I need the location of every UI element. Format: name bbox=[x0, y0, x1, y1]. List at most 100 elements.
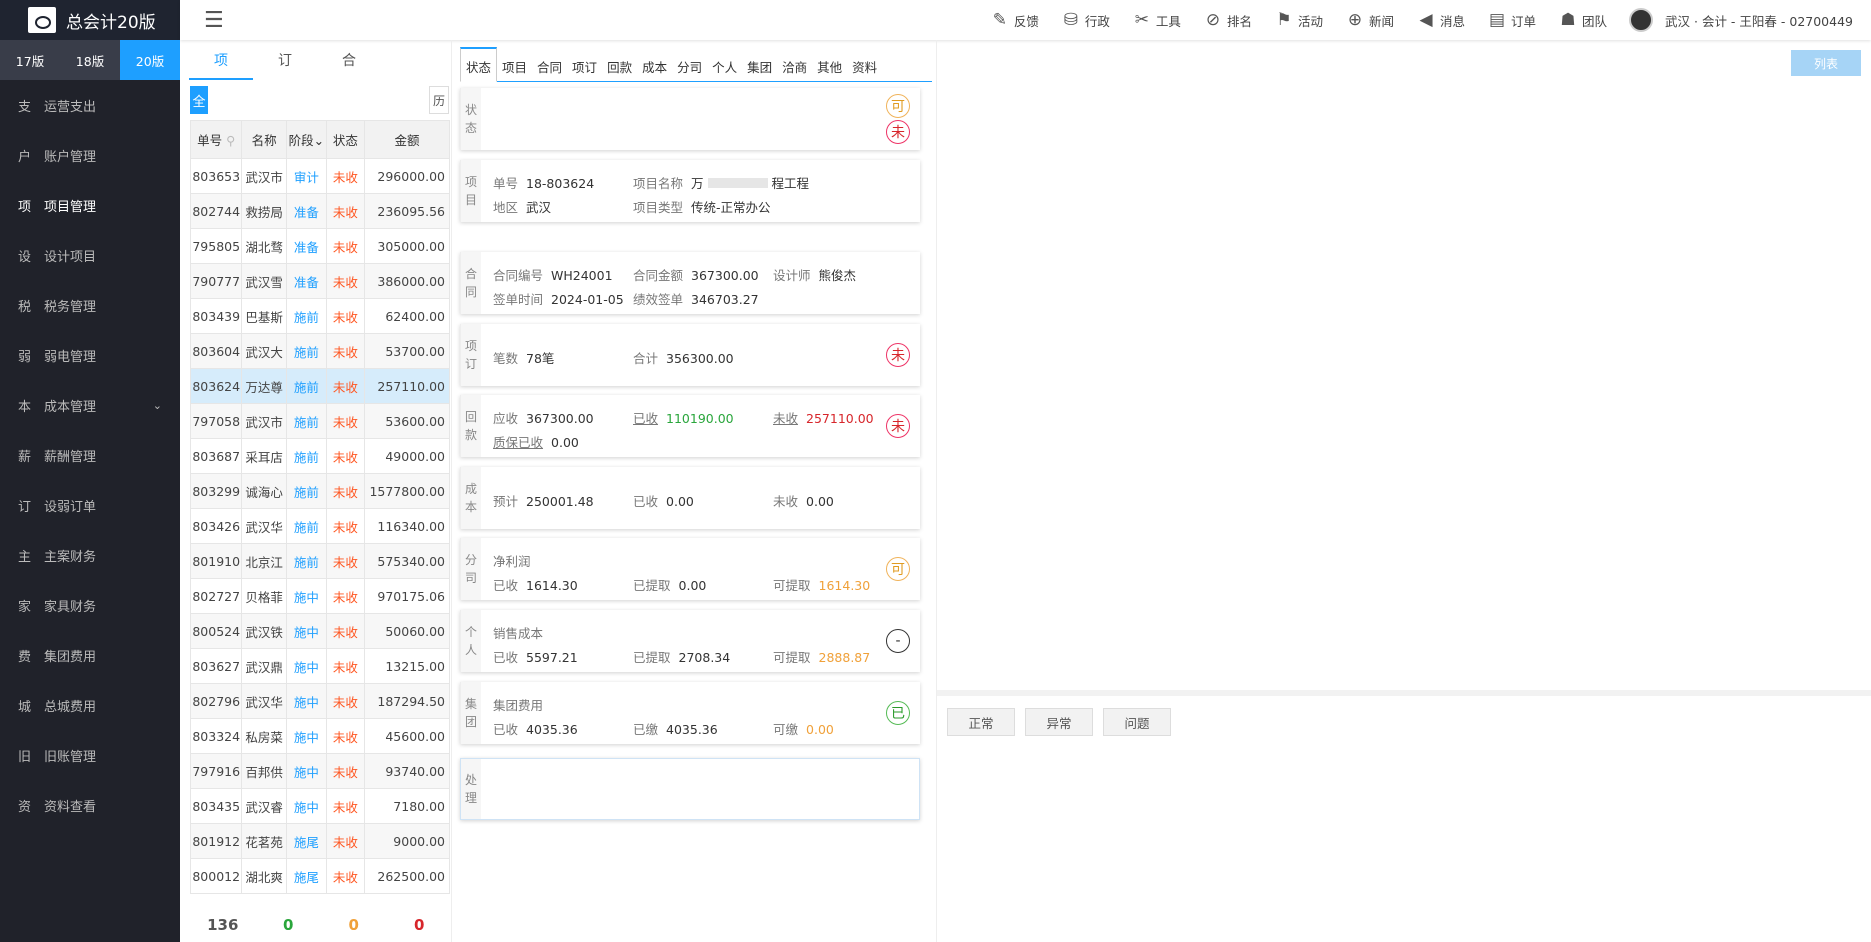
sidebar-item-5[interactable]: 弱弱电管理 bbox=[0, 330, 180, 380]
col-header-status[interactable]: 状态 bbox=[325, 120, 365, 159]
chevron-down-icon[interactable]: ⌄ bbox=[314, 133, 324, 148]
detail-tab-2[interactable]: 合同 bbox=[532, 57, 567, 81]
sidebar-item-9[interactable]: 主主案财务 bbox=[0, 530, 180, 580]
table-row[interactable]: 797058 武汉市 施前 未收 53600.00 bbox=[189, 403, 451, 439]
team-icon[interactable]: ☗ bbox=[1558, 10, 1578, 30]
detail-tab-0[interactable]: 状态 bbox=[460, 47, 498, 82]
sidebar-item-12[interactable]: 城总城费用 bbox=[0, 680, 180, 730]
tag-button-0[interactable]: 正常 bbox=[947, 708, 1015, 736]
tag-button-1[interactable]: 异常 bbox=[1025, 708, 1093, 736]
table-row[interactable]: 790777 武汉雪 准备 未收 386000.00 bbox=[189, 263, 451, 299]
tools-icon[interactable]: ✂ bbox=[1132, 10, 1152, 30]
table-row[interactable]: 800524 武汉铁 施中 未收 50060.00 bbox=[189, 613, 451, 649]
received-field[interactable]: 已收 110190.00 bbox=[633, 408, 734, 427]
chevron-down-icon[interactable]: ⌄ bbox=[153, 399, 162, 412]
compass-icon[interactable]: ⊘ bbox=[1203, 10, 1223, 30]
table-row[interactable]: 803439 巴基斯 施前 未收 62400.00 bbox=[189, 298, 451, 334]
field-key[interactable]: 已收 bbox=[633, 411, 658, 426]
list-tab-1[interactable]: 订 bbox=[253, 50, 317, 80]
list-tab-2[interactable]: 合 bbox=[317, 50, 381, 80]
table-row[interactable]: 803624 万达尊 施前 未收 257110.00 bbox=[189, 368, 451, 404]
field-key[interactable]: 未收 bbox=[773, 411, 798, 426]
sidebar-item-3[interactable]: 设设计项目 bbox=[0, 230, 180, 280]
sidebar-item-4[interactable]: 税税务管理 bbox=[0, 280, 180, 330]
megaphone-icon[interactable]: ◀ bbox=[1416, 10, 1436, 30]
detail-tab-9[interactable]: 洽商 bbox=[777, 57, 812, 81]
handle-card[interactable]: 处理 bbox=[460, 758, 920, 820]
table-row[interactable]: 803687 采耳店 施前 未收 49000.00 bbox=[189, 438, 451, 474]
detail-tab-1[interactable]: 项目 bbox=[497, 57, 532, 81]
field-key: 单号 bbox=[493, 176, 519, 191]
topnav-item-5[interactable]: ⊕ 新闻 bbox=[1345, 10, 1394, 30]
sidebar-item-2[interactable]: 项项目管理 bbox=[0, 180, 180, 230]
sidebar-item-1[interactable]: 户账户管理 bbox=[0, 130, 180, 180]
col-header-amount[interactable]: 金额 bbox=[363, 120, 451, 159]
menu-toggle-icon[interactable]: ☰ bbox=[204, 8, 224, 33]
list-tab-0[interactable]: 项 bbox=[189, 50, 253, 80]
sidebar-item-0[interactable]: 支运营支出 bbox=[0, 80, 180, 130]
unreceived-field[interactable]: 未收 257110.00 bbox=[773, 408, 874, 427]
table-row[interactable]: 801912 花茗苑 施尾 未收 9000.00 bbox=[189, 823, 451, 859]
table-row[interactable]: 802744 救捞局 准备 未收 236095.56 bbox=[189, 193, 451, 229]
detail-tab-7[interactable]: 个人 bbox=[707, 57, 742, 81]
detail-tab-11[interactable]: 资料 bbox=[847, 57, 882, 81]
topnav-item-4[interactable]: ⚑ 活动 bbox=[1274, 10, 1323, 30]
avatar[interactable] bbox=[1629, 8, 1654, 32]
clipboard-icon[interactable]: ▤ bbox=[1487, 10, 1507, 30]
filter-all-button[interactable]: 全 bbox=[190, 86, 208, 114]
col-header-id[interactable]: 单号 ⚲ bbox=[189, 120, 243, 159]
deposit-field[interactable]: 质保已收 0.00 bbox=[493, 432, 579, 451]
sidebar-item-10[interactable]: 家家具财务 bbox=[0, 580, 180, 630]
history-button[interactable]: 历 bbox=[429, 86, 449, 114]
table-row[interactable]: 801910 北京江 施前 未收 575340.00 bbox=[189, 543, 451, 579]
version-tab-2[interactable]: 20版 bbox=[120, 40, 180, 80]
sidebar-item-char: 费 bbox=[18, 649, 32, 665]
table-row[interactable]: 800012 湖北爽 施尾 未收 262500.00 bbox=[189, 858, 451, 894]
sidebar-item-7[interactable]: 薪薪酬管理 bbox=[0, 430, 180, 480]
sidebar-item-6[interactable]: 本成本管理 ⌄ bbox=[0, 380, 180, 430]
table-row[interactable]: 795805 湖北骛 准备 未收 305000.00 bbox=[189, 228, 451, 264]
table-row[interactable]: 803653 武汉市 审计 未收 296000.00 bbox=[189, 158, 451, 194]
version-tab-1[interactable]: 18版 bbox=[60, 40, 120, 80]
user-info[interactable]: 武汉 · 会计 - 王阳春 - 02700449 bbox=[1629, 8, 1853, 32]
topnav-item-6[interactable]: ◀ 消息 bbox=[1416, 10, 1465, 30]
table-row[interactable]: 802796 武汉华 施中 未收 187294.50 bbox=[189, 683, 451, 719]
detail-tab-8[interactable]: 集团 bbox=[742, 57, 777, 81]
table-row[interactable]: 803299 诚海心 施前 未收 1577800.00 bbox=[189, 473, 451, 509]
topnav-item-2[interactable]: ✂ 工具 bbox=[1132, 10, 1181, 30]
table-row[interactable]: 803435 武汉睿 施中 未收 7180.00 bbox=[189, 788, 451, 824]
field-value: 熊俊杰 bbox=[818, 268, 857, 283]
topnav-item-1[interactable]: ⛁ 行政 bbox=[1061, 10, 1110, 30]
topnav-item-8[interactable]: ☗ 团队 bbox=[1558, 10, 1607, 30]
sidebar-item-8[interactable]: 订设弱订单 bbox=[0, 480, 180, 530]
table-row[interactable]: 803426 武汉华 施前 未收 116340.00 bbox=[189, 508, 451, 544]
topnav-item-3[interactable]: ⊘ 排名 bbox=[1203, 10, 1252, 30]
detail-tab-4[interactable]: 回款 bbox=[602, 57, 637, 81]
list-button[interactable]: 列表 bbox=[1791, 50, 1861, 76]
detail-tab-3[interactable]: 项订 bbox=[567, 57, 602, 81]
col-header-phase[interactable]: 阶段⌄ bbox=[285, 120, 327, 159]
sidebar-item-11[interactable]: 费集团费用 bbox=[0, 630, 180, 680]
table-row[interactable]: 797916 百邦供 施中 未收 93740.00 bbox=[189, 753, 451, 789]
globe-icon[interactable]: ⊕ bbox=[1345, 10, 1365, 30]
layers-icon[interactable]: ⛁ bbox=[1061, 10, 1081, 30]
detail-tab-10[interactable]: 其他 bbox=[812, 57, 847, 81]
version-tab-0[interactable]: 17版 bbox=[0, 40, 60, 80]
table-row[interactable]: 803324 私房菜 施中 未收 45600.00 bbox=[189, 718, 451, 754]
search-icon[interactable]: ⚲ bbox=[226, 133, 235, 148]
topnav-item-7[interactable]: ▤ 订单 bbox=[1487, 10, 1536, 30]
topnav-item-0[interactable]: ✎ 反馈 bbox=[990, 10, 1039, 30]
detail-tab-5[interactable]: 成本 bbox=[637, 57, 672, 81]
col-header-name[interactable]: 名称 bbox=[241, 120, 287, 159]
table-row[interactable]: 803604 武汉大 施前 未收 53700.00 bbox=[189, 333, 451, 369]
table-row[interactable]: 802727 贝格菲 施中 未收 970175.06 bbox=[189, 578, 451, 614]
detail-tab-6[interactable]: 分司 bbox=[672, 57, 707, 81]
edit-icon[interactable]: ✎ bbox=[990, 10, 1010, 30]
tag-button-2[interactable]: 问题 bbox=[1103, 708, 1171, 736]
table-row[interactable]: 803627 武汉鼎 施中 未收 13215.00 bbox=[189, 648, 451, 684]
field-key: 可提取 bbox=[773, 578, 811, 593]
field-key[interactable]: 质保已收 bbox=[493, 435, 543, 450]
flag-icon[interactable]: ⚑ bbox=[1274, 10, 1294, 30]
sidebar-item-13[interactable]: 旧旧账管理 bbox=[0, 730, 180, 780]
sidebar-item-14[interactable]: 资资料查看 bbox=[0, 780, 180, 830]
